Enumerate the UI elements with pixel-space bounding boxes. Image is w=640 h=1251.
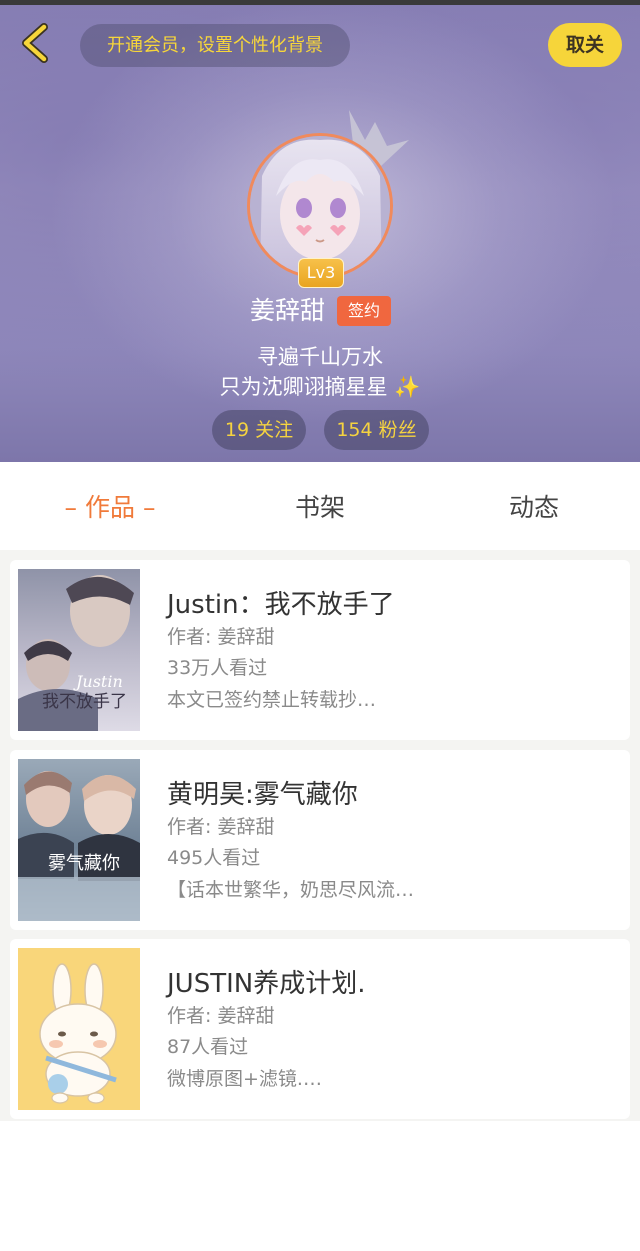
profile-header: 开通会员，设置个性化背景 取关 Lv3 姜辞甜 签约 寻遍千山万水 只为沈卿诩摘…: [0, 5, 640, 462]
following-count[interactable]: 19 关注: [212, 410, 306, 450]
tab-feed[interactable]: 动态: [444, 462, 624, 550]
vip-background-promo[interactable]: 开通会员，设置个性化背景: [80, 24, 350, 67]
book-cover: [18, 948, 140, 1110]
book-card[interactable]: 雾气藏你 黄明昊:雾气藏你 作者: 姜辞甜 495人看过 【话本世繁华，奶思尽风…: [10, 750, 630, 930]
tab-works[interactable]: – 作品 –: [20, 462, 200, 550]
bunny-cover-image: [18, 948, 140, 1110]
back-arrow-icon: [22, 23, 48, 63]
bio-line-1: 寻遍千山万水: [257, 345, 383, 369]
book-author: 作者: 姜辞甜: [167, 816, 275, 838]
avatar-image: [250, 136, 390, 276]
user-name: 姜辞甜: [250, 296, 326, 325]
cover-title: 我不放手了: [42, 692, 127, 712]
tab-bookshelf[interactable]: 书架: [230, 462, 410, 550]
book-description: 本文已签约禁止转载抄…: [167, 689, 377, 711]
book-views: 495人看过: [167, 847, 261, 869]
book-author: 作者: 姜辞甜: [167, 626, 275, 648]
book-author: 作者: 姜辞甜: [167, 1005, 275, 1027]
book-title: 黄明昊:雾气藏你: [167, 780, 358, 810]
profile-tabs: – 作品 – 书架 动态: [0, 462, 640, 550]
book-views: 33万人看过: [167, 657, 268, 679]
book-description: 【话本世繁华，奶思尽风流…: [167, 879, 415, 901]
cover-title: 雾气藏你: [48, 853, 120, 874]
signed-badge: 签约: [337, 296, 391, 326]
cover-subtitle: Justin: [73, 672, 123, 691]
book-title: JUSTIN养成计划.: [167, 969, 366, 999]
book-cover: Justin 我不放手了: [18, 569, 140, 731]
book-cover-image: 雾气藏你: [18, 759, 140, 921]
sparkle-icon: ✨: [387, 375, 421, 399]
level-badge: Lv3: [298, 258, 344, 288]
book-cover-image: Justin 我不放手了: [18, 569, 140, 731]
fans-count[interactable]: 154 粉丝: [324, 410, 429, 450]
bio-line-2-text: 只为沈卿诩摘星星: [219, 375, 388, 399]
bio-line-2: 只为沈卿诩摘星星 ✨: [0, 371, 640, 401]
book-card[interactable]: Justin 我不放手了 Justin：我不放手了 作者: 姜辞甜 33万人看过…: [10, 560, 630, 740]
empty-area: [0, 1121, 640, 1251]
back-button[interactable]: [14, 21, 58, 65]
book-views: 87人看过: [167, 1036, 249, 1058]
book-title: Justin：我不放手了: [167, 590, 395, 620]
book-card[interactable]: JUSTIN养成计划. 作者: 姜辞甜 87人看过 微博原图+滤镜.…: [10, 939, 630, 1119]
book-description: 微博原图+滤镜.…: [167, 1068, 322, 1090]
book-cover: 雾气藏你: [18, 759, 140, 921]
unfollow-button[interactable]: 取关: [548, 23, 622, 67]
